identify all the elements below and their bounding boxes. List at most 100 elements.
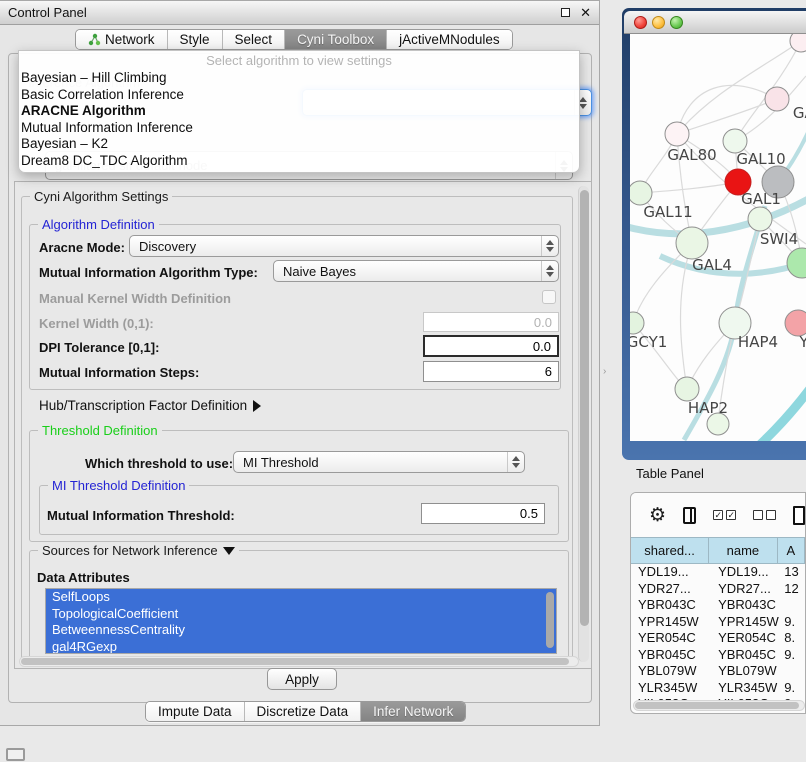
table-row[interactable]: YBR045CYBR045C9. <box>631 647 805 664</box>
node-gal4[interactable] <box>676 227 708 259</box>
algorithm-option[interactable]: Bayesian – K2 <box>19 136 579 153</box>
data-attributes-list[interactable]: SelfLoops TopologicalCoefficient Between… <box>45 588 557 654</box>
mi-threshold-label: Mutual Information Threshold: <box>47 508 235 523</box>
kernel-width-field[interactable]: 0.0 <box>423 312 559 332</box>
table-hscrollbar[interactable] <box>633 700 805 711</box>
settings-vscrollbar[interactable] <box>578 186 589 662</box>
node-label: GAL1 <box>741 190 781 208</box>
control-panel-tabs: Network Style Select Cyni Toolbox jActiv… <box>75 29 513 50</box>
minimize-window-icon[interactable] <box>652 16 665 29</box>
tab-jactivemnodules[interactable]: jActiveMNodules <box>387 30 512 49</box>
manual-kernel-label: Manual Kernel Width Definition <box>39 291 231 306</box>
hub-definition-toggle[interactable]: Hub/Transcription Factor Definition <box>39 398 261 413</box>
attribute-item[interactable]: TopologicalCoefficient <box>46 606 556 623</box>
control-panel-title: Control Panel <box>8 5 87 20</box>
node-label: GAL10 <box>736 150 785 168</box>
close-panel-icon[interactable]: ✕ <box>580 6 591 19</box>
float-panel-icon[interactable] <box>561 8 570 17</box>
node[interactable] <box>790 34 806 52</box>
cyni-bottom-tabs: Impute Data Discretize Data Infer Networ… <box>145 701 466 722</box>
columns-icon[interactable] <box>683 507 696 524</box>
panel-splitter-handle[interactable]: › <box>603 366 606 377</box>
node-gcy1[interactable] <box>630 312 644 334</box>
tab-network[interactable]: Network <box>76 30 168 49</box>
algorithm-option[interactable]: Basic Correlation Inference <box>19 87 579 104</box>
column-header-partial[interactable]: A <box>778 537 805 564</box>
node-hap2[interactable] <box>675 377 699 401</box>
tab-infer-network[interactable]: Infer Network <box>361 702 465 721</box>
node-label: GAL <box>793 104 806 122</box>
zoom-window-icon[interactable] <box>670 16 683 29</box>
column-header-name[interactable]: name <box>709 537 777 564</box>
network-graph: GAL GAL80 GAL10 GAL1 GAL11 SWI4 GAL4 GCY… <box>630 34 806 441</box>
node[interactable] <box>787 248 806 278</box>
settings-hscrollbar[interactable] <box>19 656 579 667</box>
attribute-item[interactable]: BetweennessCentrality <box>46 622 556 639</box>
network-window-titlebar <box>624 11 806 34</box>
node-label: SWI4 <box>760 230 798 248</box>
combo-stepper-icon <box>541 261 558 281</box>
tab-discretize-data[interactable]: Discretize Data <box>245 702 362 721</box>
edge <box>736 382 806 441</box>
node-label: HAP2 <box>688 399 728 417</box>
aracne-mode-combo[interactable]: Discovery <box>129 235 559 257</box>
collapsed-arrow-icon <box>253 400 261 412</box>
dpi-tolerance-field[interactable]: 0.0 <box>423 335 559 357</box>
table-row[interactable]: YER054CYER054C8. <box>631 630 805 647</box>
table-row[interactable]: YPR145WYPR145W9. <box>631 614 805 631</box>
mi-threshold-field[interactable]: 0.5 <box>421 503 545 524</box>
group-title: Algorithm Definition <box>38 217 159 232</box>
table-header-row: shared... name A <box>631 537 805 564</box>
close-window-icon[interactable] <box>634 16 647 29</box>
sources-toggle[interactable]: Sources for Network Inference <box>38 543 239 558</box>
mi-algorithm-type-combo[interactable]: Naive Bayes <box>273 260 559 282</box>
combo-stepper-icon <box>541 236 558 256</box>
manual-kernel-checkbox[interactable] <box>542 290 556 304</box>
algorithm-dropdown-list: Select algorithm to view settings Bayesi… <box>18 50 580 173</box>
table-row[interactable]: YDR27...YDR27...12 <box>631 581 805 598</box>
edge <box>660 256 806 274</box>
kernel-width-label: Kernel Width (0,1): <box>39 316 154 331</box>
table-toolbar: ⚙ ✓✓ <box>631 493 805 537</box>
node-label: GAL4 <box>692 256 732 274</box>
table-row[interactable]: YLR345WYLR345W9. <box>631 680 805 697</box>
apply-button[interactable]: Apply <box>267 668 337 690</box>
mi-steps-label: Mutual Information Steps: <box>39 365 199 380</box>
node-swi4[interactable] <box>748 207 772 231</box>
node[interactable] <box>765 87 789 111</box>
tab-cyni-toolbox[interactable]: Cyni Toolbox <box>285 30 387 49</box>
edge <box>677 41 801 134</box>
node-gal11[interactable] <box>630 181 652 205</box>
algorithm-option[interactable]: Dream8 DC_TDC Algorithm <box>19 153 579 170</box>
unselect-all-columns-icon[interactable] <box>753 510 776 520</box>
new-table-icon[interactable] <box>793 506 805 525</box>
algorithm-option-selected[interactable]: ARACNE Algorithm <box>19 103 579 120</box>
column-header-shared-name[interactable]: shared... <box>631 537 709 564</box>
attribute-item[interactable]: SelfLoops <box>46 589 556 606</box>
select-all-columns-icon[interactable]: ✓✓ <box>713 510 736 520</box>
gear-icon[interactable]: ⚙ <box>649 506 666 525</box>
list-scrollbar[interactable] <box>546 592 554 648</box>
table-row[interactable]: YBR043CYBR043C <box>631 597 805 614</box>
edge <box>640 182 738 193</box>
table-row[interactable]: YDL19...YDL19...13 <box>631 564 805 581</box>
tab-impute-data[interactable]: Impute Data <box>146 702 245 721</box>
node-gal80[interactable] <box>665 122 689 146</box>
node-label: GAL11 <box>643 203 692 221</box>
table-row[interactable]: YBL079WYBL079W <box>631 663 805 680</box>
expanded-arrow-icon <box>223 547 235 555</box>
collapsed-panel-icon[interactable] <box>6 748 25 761</box>
control-panel-window: Control Panel ✕ Network Style Select Cyn… <box>0 0 600 726</box>
attribute-item[interactable]: gal4RGexp <box>46 639 556 655</box>
mi-steps-field[interactable]: 6 <box>423 361 559 382</box>
which-threshold-value: MI Threshold <box>243 455 319 470</box>
edge <box>677 99 777 134</box>
tab-style[interactable]: Style <box>168 30 223 49</box>
node-label: Y <box>798 333 806 351</box>
algorithm-option[interactable]: Mutual Information Inference <box>19 120 579 137</box>
algorithm-option[interactable]: Bayesian – Hill Climbing <box>19 70 579 87</box>
network-canvas[interactable]: GAL GAL80 GAL10 GAL1 GAL11 SWI4 GAL4 GCY… <box>630 34 806 441</box>
tab-select[interactable]: Select <box>223 30 286 49</box>
node-label: GCY1 <box>630 333 667 351</box>
which-threshold-combo[interactable]: MI Threshold <box>233 451 525 473</box>
